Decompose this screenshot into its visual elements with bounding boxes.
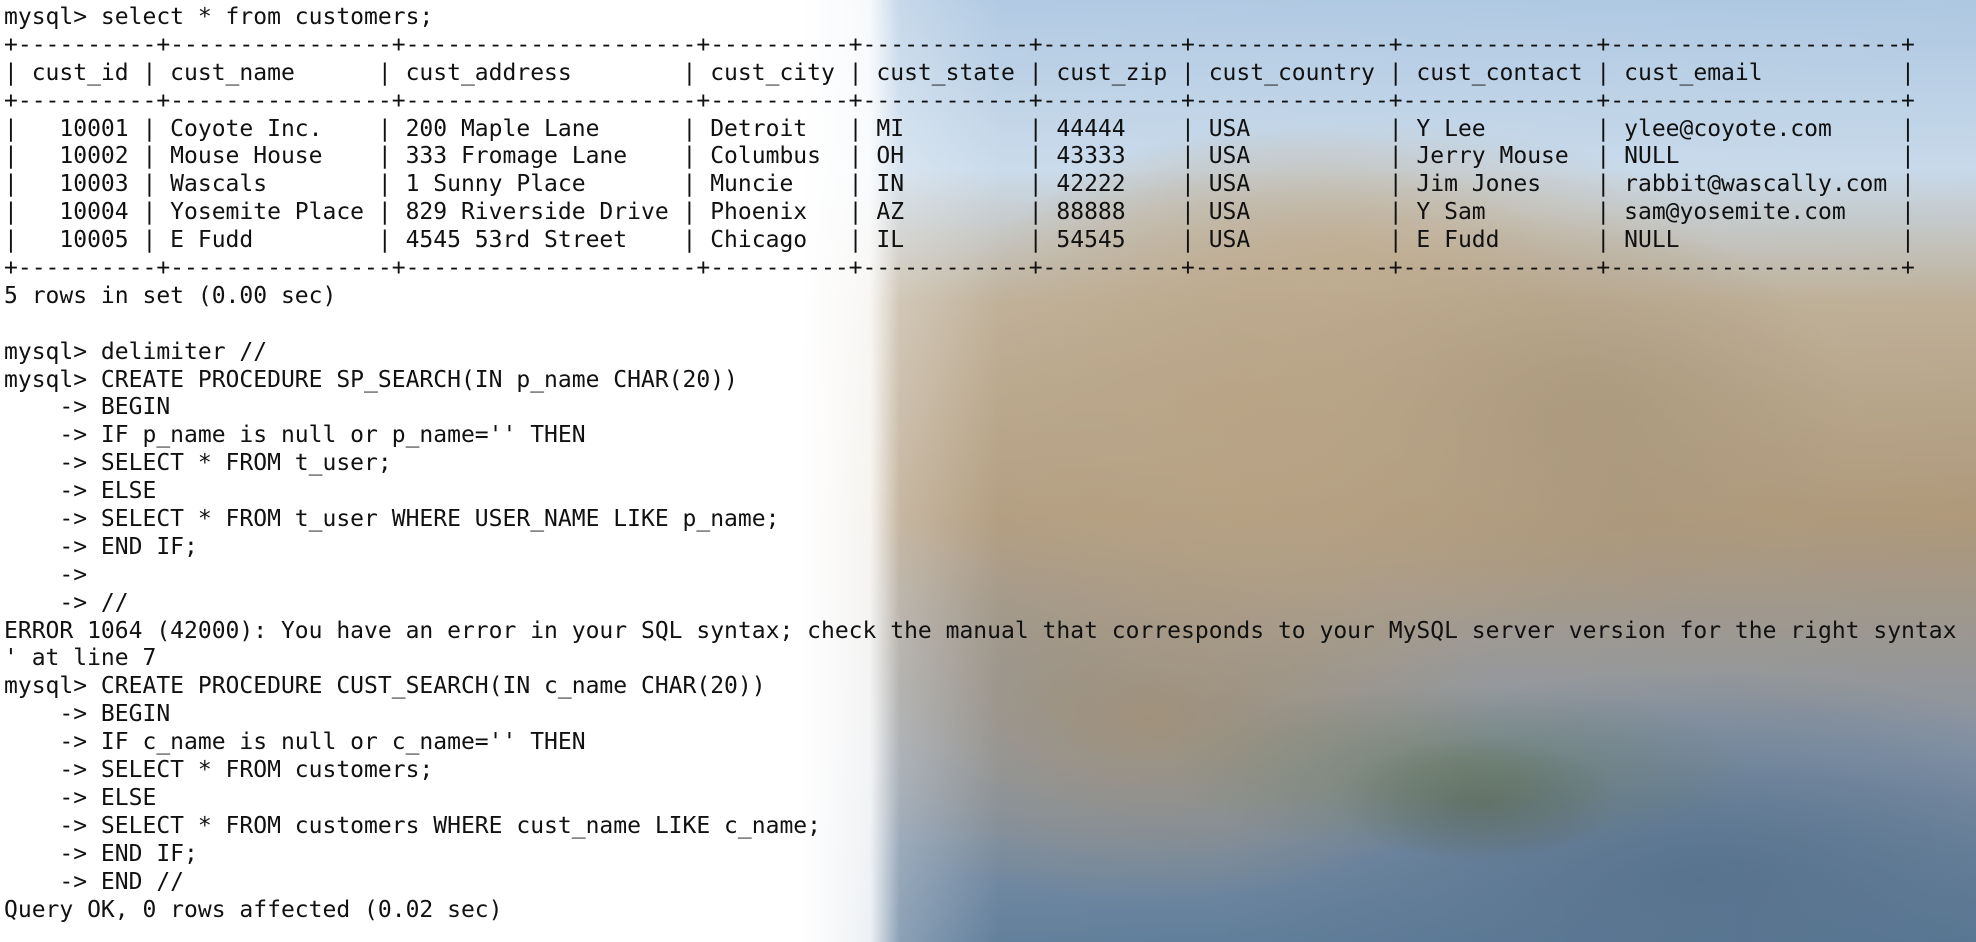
query-result: Query OK, 0 rows affected (0.02 sec)	[4, 896, 503, 923]
prompt-line: mysql> select * from customers;	[4, 4, 434, 30]
error-message: ERROR 1064 (42000): You have an error in…	[4, 617, 1957, 644]
continuation-line: -> BEGIN	[4, 394, 171, 421]
desktop-screen: mysql> select * from customers; +-------…	[0, 0, 1976, 942]
continuation-line: -> END IF;	[4, 840, 198, 867]
table-row: | 10002 | Mouse House | 333 Fromage Lane…	[4, 143, 1915, 170]
continuation-line: -> SELECT * FROM customers WHERE cust_na…	[4, 812, 821, 839]
continuation-line: -> SELECT * FROM t_user;	[4, 450, 392, 477]
continuation-line: -> ELSE	[4, 478, 157, 505]
prompt-line: mysql> CREATE PROCEDURE CUST_SEARCH(IN c…	[4, 673, 766, 700]
continuation-line: -> END //	[4, 868, 185, 895]
continuation-line: -> IF p_name is null or p_name='' THEN	[4, 422, 586, 449]
continuation-line: -> SELECT * FROM customers;	[4, 757, 434, 784]
continuation-line: -> BEGIN	[4, 701, 171, 728]
table-row: | 10001 | Coyote Inc. | 200 Maple Lane |…	[4, 115, 1915, 142]
continuation-line: -> SELECT * FROM t_user WHERE USER_NAME …	[4, 506, 780, 533]
error-message-continued: ' at line 7	[4, 645, 157, 672]
table-border: +----------+----------------+-----------…	[4, 87, 1915, 114]
prompt-line: mysql> delimiter //	[4, 338, 268, 365]
prompt-line: mysql> CREATE PROCEDURE SP_SEARCH(IN p_n…	[4, 366, 738, 393]
table-row: | 10004 | Yosemite Place | 829 Riverside…	[4, 199, 1915, 226]
table-border: +----------+----------------+-----------…	[4, 255, 1915, 282]
table-border: +----------+----------------+-----------…	[4, 31, 1915, 58]
result-summary: 5 rows in set (0.00 sec)	[4, 282, 337, 309]
continuation-line: ->	[4, 561, 88, 588]
continuation-line: -> END IF;	[4, 533, 198, 560]
continuation-line: -> //	[4, 589, 129, 616]
table-row: | 10003 | Wascals | 1 Sunny Place | Munc…	[4, 171, 1915, 198]
continuation-line: -> ELSE	[4, 784, 157, 811]
table-header-row: | cust_id | cust_name | cust_address | c…	[4, 59, 1915, 86]
table-row: | 10005 | E Fudd | 4545 53rd Street | Ch…	[4, 227, 1915, 254]
terminal-output[interactable]: mysql> select * from customers; +-------…	[4, 4, 1976, 942]
continuation-line: -> IF c_name is null or c_name='' THEN	[4, 729, 586, 756]
